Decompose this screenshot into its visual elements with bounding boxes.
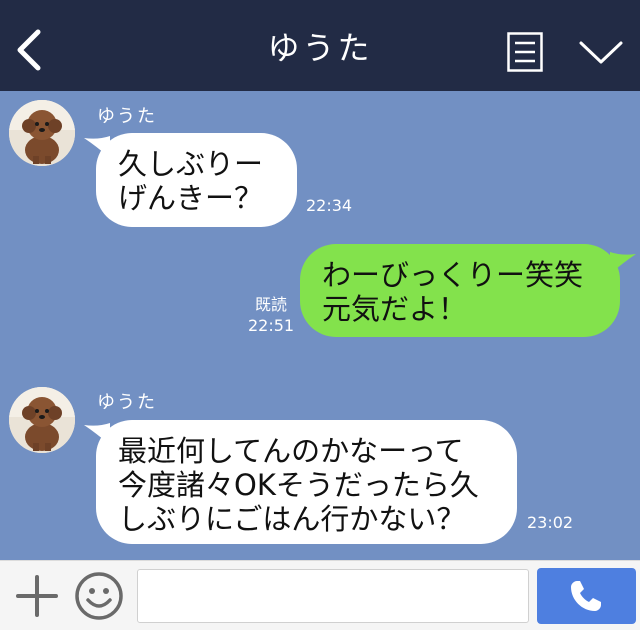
dog-avatar-icon (9, 100, 75, 166)
phone-icon (571, 581, 601, 611)
chat-title: ゆうた (267, 29, 373, 67)
chat-area[interactable]: ゆうた 久しぶりー げんきー？ 22:34 既読 22:51 わーびっくりー笑笑… (0, 91, 640, 560)
message-bubble[interactable]: 久しぶりー げんきー？ (96, 133, 297, 227)
sender-name: ゆうた (97, 106, 157, 127)
sticker-button[interactable] (74, 571, 124, 621)
message-bubble[interactable]: わーびっくりー笑笑 元気だよ！ (300, 244, 620, 337)
menu-icon (507, 32, 543, 72)
smiley-icon (75, 572, 123, 620)
chat-header: ゆうた (0, 0, 640, 91)
collapse-button[interactable] (578, 38, 624, 66)
message-time: 23:02 (527, 513, 574, 532)
chevron-down-icon (579, 41, 623, 64)
read-label: 既読 (255, 295, 288, 314)
sender-name: ゆうた (97, 392, 157, 413)
avatar[interactable] (9, 387, 75, 453)
dog-avatar-icon (9, 387, 75, 453)
message-bubble[interactable]: 最近何してんのかなーって 今度諸々OKそうだったら久 しぶりにごはん行かない？ (96, 420, 517, 544)
avatar[interactable] (9, 100, 75, 166)
input-bar (0, 560, 640, 630)
plus-icon (16, 575, 58, 617)
menu-button[interactable] (507, 32, 543, 72)
message-time: 22:34 (306, 196, 353, 215)
read-receipt: 既読 22:51 (248, 294, 294, 336)
message-time: 22:51 (248, 316, 295, 335)
add-button[interactable] (16, 575, 58, 617)
message-input[interactable] (137, 569, 529, 623)
call-button[interactable] (537, 568, 636, 624)
